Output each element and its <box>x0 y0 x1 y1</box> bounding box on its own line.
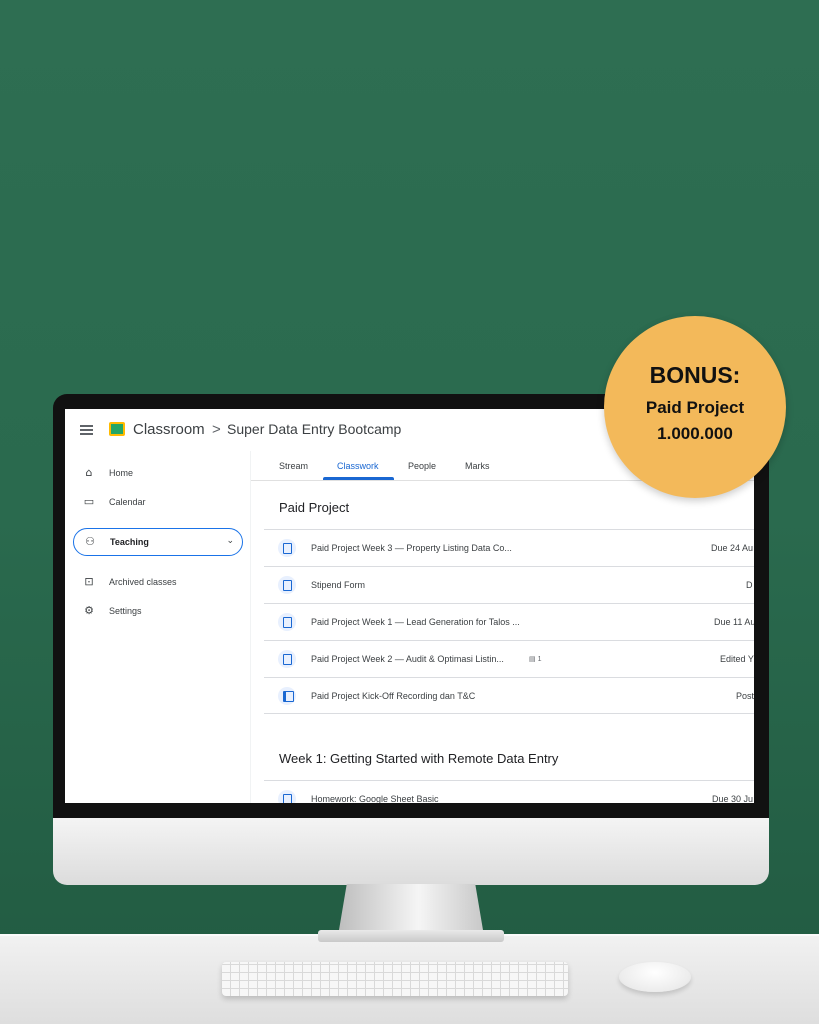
item-status: Edited Y <box>720 654 754 664</box>
item-title: Paid Project Week 1 — Lead Generation fo… <box>311 617 520 627</box>
sidebar-item-settings[interactable]: ⚙ Settings <box>73 598 243 624</box>
breadcrumb-separator: > <box>212 421 221 438</box>
sidebar: ⌂ Home ▭ Calendar ⚇ Teaching ⌄ ⊡ Archive… <box>65 451 250 803</box>
list-item[interactable]: Paid Project Kick-Off Recording dan T&C … <box>264 677 754 714</box>
list-item[interactable]: Paid Project Week 2 — Audit & Optimasi L… <box>264 640 754 677</box>
comment-count-value: 1 <box>537 656 542 663</box>
sidebar-item-label: Settings <box>109 606 142 616</box>
item-title: Paid Project Week 3 — Property Listing D… <box>311 543 512 553</box>
bonus-line-1: Paid Project <box>645 398 745 417</box>
bonus-heading: BONUS: <box>649 362 741 388</box>
monitor-chin <box>53 818 769 885</box>
tab-marks[interactable]: Marks <box>465 461 490 471</box>
gear-icon: ⚙ <box>84 604 94 617</box>
archive-icon: ⊡ <box>84 575 94 588</box>
list-item[interactable]: Paid Project Week 1 — Lead Generation fo… <box>264 603 754 640</box>
item-status: Post <box>736 691 754 701</box>
bonus-badge: BONUS: Paid Project 1.000.000 <box>604 316 786 498</box>
sidebar-item-label: Teaching <box>110 537 149 547</box>
item-title: Paid Project Kick-Off Recording dan T&C <box>311 691 476 701</box>
assignment-icon <box>278 576 296 594</box>
bonus-amount: 1.000.000 <box>657 424 733 443</box>
tab-classwork[interactable]: Classwork <box>337 461 379 471</box>
sidebar-item-teaching[interactable]: ⚇ Teaching ⌄ <box>73 528 243 556</box>
list-item[interactable]: Paid Project Week 3 — Property Listing D… <box>264 529 754 566</box>
keyboard <box>222 962 568 996</box>
assignment-icon <box>278 790 296 803</box>
chevron-down-icon[interactable]: ⌄ <box>226 536 234 546</box>
item-due: D <box>746 580 753 590</box>
sidebar-item-calendar[interactable]: ▭ Calendar <box>73 489 243 515</box>
sidebar-item-label: Calendar <box>109 497 146 507</box>
app-title[interactable]: Classroom <box>133 421 205 438</box>
item-due: Due 11 Au <box>714 617 754 627</box>
sidebar-item-home[interactable]: ⌂ Home <box>73 460 243 486</box>
hamburger-menu-icon[interactable] <box>80 425 93 435</box>
people-icon: ⚇ <box>85 535 95 548</box>
assignment-icon <box>278 650 296 668</box>
calendar-icon: ▭ <box>83 495 95 508</box>
monitor-stand <box>338 884 484 936</box>
section-title[interactable]: Paid Project <box>279 500 349 515</box>
tab-people[interactable]: People <box>408 461 436 471</box>
list-item[interactable]: Stipend Form D <box>264 566 754 603</box>
monitor-stand-base <box>318 930 504 942</box>
item-title: Paid Project Week 2 — Audit & Optimasi L… <box>311 654 504 664</box>
item-title: Homework: Google Sheet Basic <box>311 794 439 803</box>
comment-count: ▤ 1 <box>529 656 542 663</box>
home-icon: ⌂ <box>85 466 93 479</box>
tab-stream[interactable]: Stream <box>279 461 308 471</box>
item-due: Due 24 Au <box>711 543 754 553</box>
sidebar-item-label: Home <box>109 468 134 478</box>
active-tab-indicator <box>323 477 394 480</box>
list-item[interactable]: Homework: Google Sheet Basic Due 30 Ju <box>264 780 754 803</box>
assignment-icon <box>278 613 296 631</box>
material-icon <box>278 687 296 705</box>
classroom-logo-icon[interactable] <box>109 422 125 436</box>
sidebar-item-archived-classes[interactable]: ⊡ Archived classes <box>73 569 243 595</box>
sidebar-item-label: Archived classes <box>109 577 177 587</box>
section-title[interactable]: Week 1: Getting Started with Remote Data… <box>279 751 558 766</box>
assignment-icon <box>278 539 296 557</box>
item-title: Stipend Form <box>311 580 366 590</box>
classwork-panel: Stream Classwork People Marks Paid Proje… <box>251 451 754 803</box>
mouse <box>619 962 691 992</box>
item-due: Due 30 Ju <box>712 794 754 803</box>
course-title[interactable]: Super Data Entry Bootcamp <box>227 421 401 437</box>
